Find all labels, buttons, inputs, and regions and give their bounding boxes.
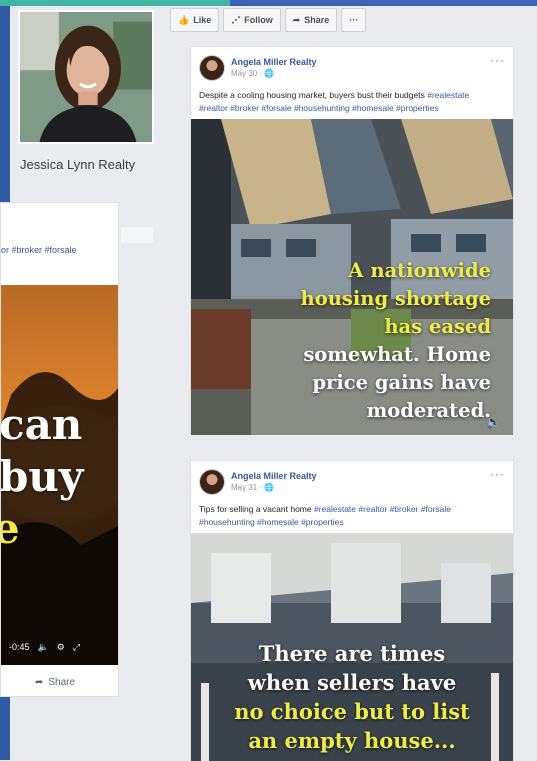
left-video-controls: -0:45 🔈 ⚙ ⤢ bbox=[1, 635, 118, 659]
video-overlay-text: A nationwide housing shortage has eased … bbox=[301, 257, 491, 425]
post-date[interactable]: May 31 · 🌐 bbox=[231, 483, 274, 492]
overlay-line-5: price gains have bbox=[312, 371, 491, 394]
post-card: Angela Miller Realty May 31 · 🌐 ··· Tips… bbox=[190, 460, 514, 761]
more-label: ··· bbox=[349, 15, 359, 25]
author-avatar[interactable] bbox=[199, 55, 225, 81]
overlay-line-3: no choice but to list bbox=[234, 699, 470, 724]
post-date-text: May 31 · bbox=[231, 483, 265, 492]
post-card: Angela Miller Realty May 30 · 🌐 ··· Desp… bbox=[190, 46, 514, 435]
globe-icon: 🌐 bbox=[264, 69, 275, 78]
share-arrow-icon: ➦ bbox=[35, 677, 44, 688]
grey-tab-chip[interactable] bbox=[121, 227, 153, 243]
overlay-line-1: A nationwide bbox=[348, 259, 491, 282]
top-color-band bbox=[0, 0, 537, 6]
caption-text: Despite a cooling housing market, buyers… bbox=[199, 90, 428, 100]
caption-text: Tips for selling a vacant home bbox=[199, 504, 314, 514]
settings-gear-icon[interactable]: ⚙ bbox=[57, 642, 65, 653]
post-date-text: May 30 · bbox=[231, 69, 265, 78]
overlay-line-2: housing shortage bbox=[300, 287, 491, 310]
video-time: -0:45 bbox=[9, 642, 30, 652]
share-button[interactable]: ➦ Share bbox=[284, 8, 338, 32]
overlay-line-4: an empty house... bbox=[248, 728, 456, 753]
overlay-line-2: when sellers have bbox=[247, 670, 457, 695]
overlay-line-4: somewhat. Home bbox=[303, 343, 491, 366]
caption-hashtags-2[interactable]: #realtor #broker #forsale #househunting … bbox=[199, 103, 439, 113]
post-date[interactable]: May 30 · 🌐 bbox=[231, 69, 274, 78]
caption-hashtags-2[interactable]: #househunting #homesale #properties bbox=[199, 517, 344, 527]
share-arrow-icon: ➦ bbox=[292, 14, 301, 25]
left-video-text-line-1: can bbox=[1, 400, 83, 449]
rss-icon: ⋰ bbox=[231, 14, 241, 25]
post-header: Angela Miller Realty May 31 · 🌐 ··· bbox=[191, 461, 513, 503]
caption-hashtags[interactable]: #realestate bbox=[427, 90, 469, 100]
post-video[interactable]: A nationwide housing shortage has eased … bbox=[191, 119, 513, 435]
share-label: Share bbox=[304, 15, 330, 25]
post-author[interactable]: Angela Miller Realty bbox=[231, 57, 317, 67]
post-caption: Despite a cooling housing market, buyers… bbox=[191, 89, 513, 119]
overlay-line-6: moderated. bbox=[366, 399, 491, 422]
volume-icon[interactable]: 🔈 bbox=[38, 642, 49, 653]
follow-label: Follow bbox=[244, 15, 273, 25]
left-video-text-line-2: buy bbox=[1, 452, 84, 501]
author-avatar[interactable] bbox=[199, 469, 225, 495]
left-share-button[interactable]: ➦ Share bbox=[35, 677, 75, 688]
left-post-hashtags[interactable]: or #broker #forsale bbox=[1, 245, 118, 255]
globe-icon: 🌐 bbox=[264, 483, 275, 492]
mute-icon[interactable]: 🔈 bbox=[486, 415, 501, 429]
thumbs-up-icon: 👍 bbox=[178, 14, 190, 25]
post-options-button[interactable]: ··· bbox=[490, 467, 505, 481]
fullscreen-icon[interactable]: ⤢ bbox=[73, 642, 80, 653]
post-author[interactable]: Angela Miller Realty bbox=[231, 471, 317, 481]
left-video-text-line-3: e bbox=[1, 507, 112, 551]
left-share-label: Share bbox=[48, 677, 76, 688]
left-post-card: or #broker #forsale can buy e -0:45 🔈 ⚙ … bbox=[0, 202, 119, 697]
caption-hashtags[interactable]: #realestate #realtor #broker #forsale bbox=[314, 504, 451, 514]
like-label: Like bbox=[193, 15, 212, 25]
profile-photo[interactable] bbox=[18, 10, 154, 144]
video-overlay-text: There are times when sellers have no cho… bbox=[191, 639, 513, 755]
post-caption: Tips for selling a vacant home #realesta… bbox=[191, 503, 513, 533]
post-video[interactable]: There are times when sellers have no cho… bbox=[191, 533, 513, 761]
page-action-bar: 👍 Like ⋰ Follow ➦ Share ··· bbox=[170, 8, 367, 32]
follow-button[interactable]: ⋰ Follow bbox=[223, 8, 281, 32]
post-header: Angela Miller Realty May 30 · 🌐 ··· bbox=[191, 47, 513, 89]
like-button[interactable]: 👍 Like bbox=[170, 8, 220, 32]
overlay-line-3: has eased bbox=[384, 315, 491, 338]
left-post-video[interactable]: can buy e -0:45 🔈 ⚙ ⤢ bbox=[1, 285, 118, 665]
profile-name[interactable]: Jessica Lynn Realty bbox=[20, 156, 140, 173]
overlay-line-1: There are times bbox=[258, 641, 446, 666]
more-options-button[interactable]: ··· bbox=[341, 8, 367, 32]
post-options-button[interactable]: ··· bbox=[490, 53, 505, 67]
